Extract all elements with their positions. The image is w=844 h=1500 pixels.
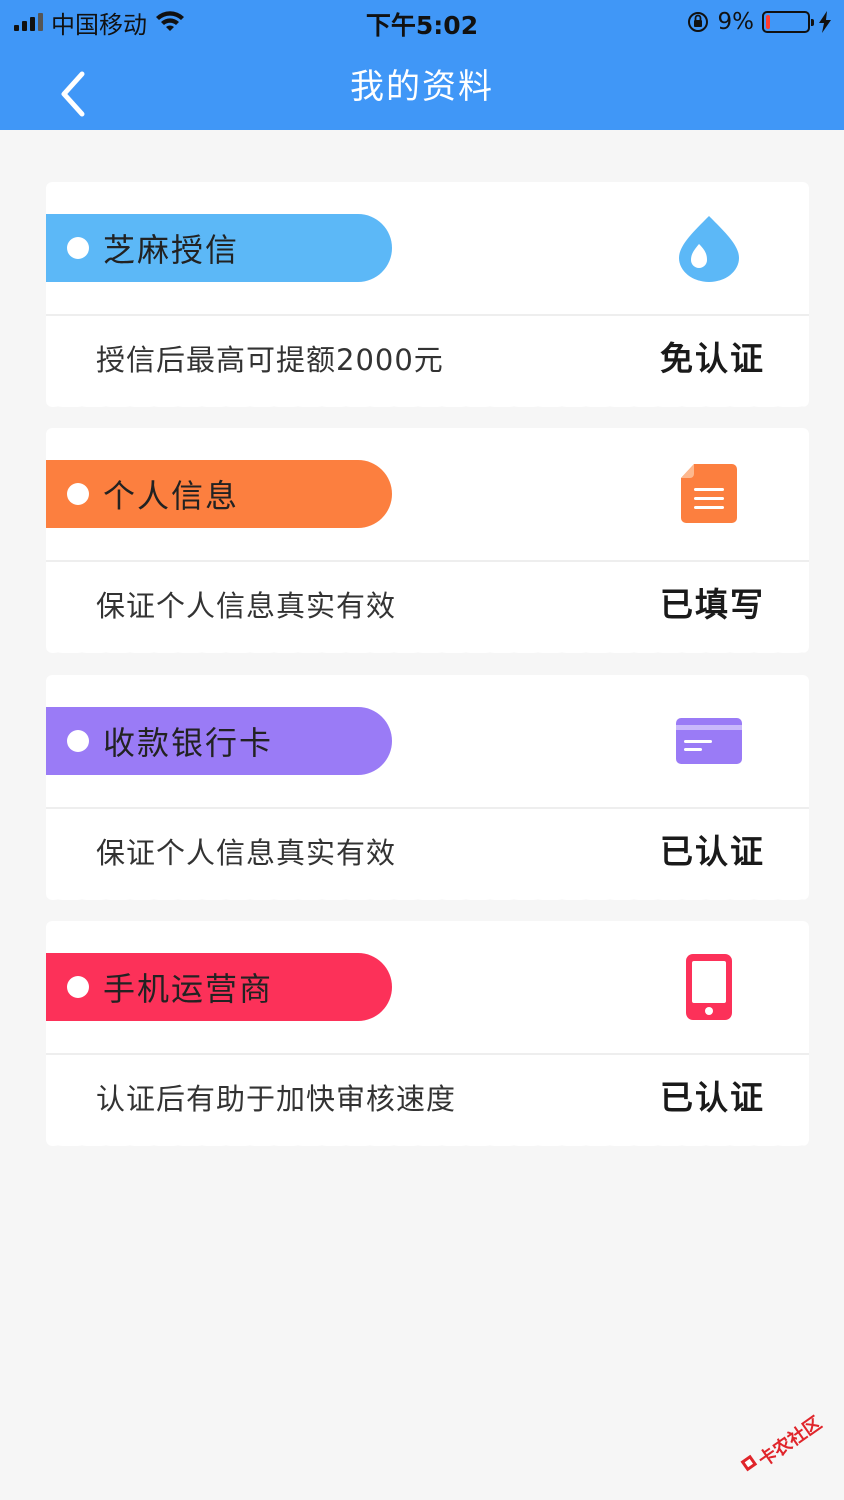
- document-icon: [673, 458, 745, 530]
- card-status[interactable]: 已填写: [660, 578, 765, 626]
- navigation-bar: 我的资料: [0, 44, 844, 130]
- status-bar: 中国移动 下午5:02 9%: [0, 0, 844, 44]
- ribbon-personal-info[interactable]: 个人信息: [34, 460, 392, 528]
- card-status[interactable]: 免认证: [660, 332, 765, 380]
- svg-text:卡农社区: 卡农社区: [754, 1412, 826, 1471]
- drop-icon: [673, 212, 745, 284]
- card-status[interactable]: 已认证: [660, 1071, 765, 1119]
- ribbon-dot: [67, 730, 89, 752]
- card-divider: [46, 560, 809, 562]
- card-description: 保证个人信息真实有效: [96, 836, 397, 870]
- card-title: 收款银行卡: [103, 724, 274, 762]
- card-title: 个人信息: [103, 477, 240, 515]
- card-divider: [46, 807, 809, 809]
- card-title: 手机运营商: [103, 970, 274, 1008]
- ribbon-fold: [34, 775, 46, 783]
- mobile-phone-icon: [673, 951, 745, 1023]
- card-title: 芝麻授信: [103, 231, 240, 269]
- orientation-lock-icon: [687, 12, 708, 32]
- status-right: 9%: [686, 8, 833, 36]
- ribbon-dot: [67, 976, 89, 998]
- ribbon-bank-card[interactable]: 收款银行卡: [34, 707, 392, 775]
- page-title: 我的资料: [350, 67, 494, 107]
- battery-icon: [762, 11, 814, 33]
- ribbon-fold: [34, 528, 46, 536]
- ribbon-zhima-credit[interactable]: 芝麻授信: [34, 214, 392, 282]
- card-status[interactable]: 已认证: [660, 825, 765, 873]
- card-description: 授信后最高可提额2000元: [96, 343, 444, 377]
- ribbon-dot: [67, 237, 89, 259]
- ribbon-dot: [67, 483, 89, 505]
- watermark-logo: 卡农社区: [740, 1412, 826, 1472]
- ribbon-fold: [34, 1021, 46, 1029]
- card-mobile-carrier[interactable]: 手机运营商 认证后有助于加快审核速度 已认证: [34, 921, 809, 1146]
- card-description: 保证个人信息真实有效: [96, 589, 397, 623]
- charging-icon: [819, 11, 831, 33]
- ribbon-fold: [34, 282, 46, 290]
- card-personal-info[interactable]: 个人信息 保证个人信息真实有效 已填写: [34, 428, 809, 653]
- card-zhima-credit[interactable]: 芝麻授信 授信后最高可提额2000元 免认证: [34, 182, 809, 407]
- ribbon-mobile-carrier[interactable]: 手机运营商: [34, 953, 392, 1021]
- card-bank-card[interactable]: 收款银行卡 保证个人信息真实有效 已认证: [34, 675, 809, 900]
- bank-card-icon: [673, 705, 745, 777]
- card-divider: [46, 314, 809, 316]
- card-divider: [46, 1053, 809, 1055]
- battery-percent: 9%: [717, 9, 755, 35]
- card-description: 认证后有助于加快审核速度: [96, 1082, 457, 1116]
- battery-level: [766, 15, 770, 29]
